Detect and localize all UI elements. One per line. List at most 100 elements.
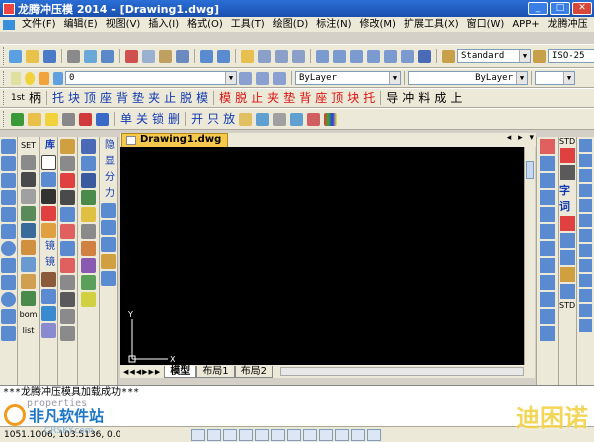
frame-icon[interactable] [41,155,56,170]
set-button[interactable]: SET [19,139,39,153]
grid-toggle-icon[interactable] [207,428,221,441]
die-button[interactable]: 托 [50,90,66,106]
word-button[interactable]: 词 [559,198,576,214]
only-layer-button[interactable]: 只 [205,111,221,127]
annotation-icon[interactable] [560,216,575,231]
spline-icon[interactable] [1,275,16,290]
horizontal-scrollbar[interactable] [280,367,524,376]
disk-icon[interactable] [81,173,96,188]
edge-tool-icon[interactable] [579,139,592,152]
die-button[interactable]: 冲 [400,90,416,106]
roughness-icon[interactable] [560,284,575,299]
menu-modify[interactable]: 修改(M) [356,18,400,31]
ducs-toggle-icon[interactable] [287,428,301,441]
layer-icon[interactable] [81,190,96,205]
tab-layout1[interactable]: 布局1 [196,365,235,378]
tab-layout2[interactable]: 布局2 [234,365,274,378]
scale-icon[interactable] [60,224,75,239]
minimize-button[interactable]: _ [528,2,548,15]
revision-cloud-icon[interactable] [1,258,16,273]
die-button[interactable]: 止 [162,90,178,106]
matrix-icon[interactable] [21,172,36,187]
align-icon[interactable] [60,292,75,307]
document-tab[interactable]: Drawing1.dwg [121,133,229,147]
grid-dots-icon[interactable] [81,275,96,290]
tag-icon[interactable] [101,254,116,269]
rectangle-icon[interactable] [1,207,16,222]
menu-dimension[interactable]: 标注(N) [312,18,355,31]
markup-icon[interactable] [384,49,397,63]
edge-tool-icon[interactable] [579,304,592,317]
linetype-select[interactable]: ByLayer ▼ [408,71,528,85]
die-button[interactable]: 垫 [281,90,297,106]
layer-on-icon[interactable] [28,112,41,126]
pointer-icon[interactable] [101,220,116,235]
polygon-icon[interactable] [1,190,16,205]
lock-layer-button[interactable]: 锁 [150,111,166,127]
edge-tool-icon[interactable] [579,214,592,227]
triangle-icon[interactable] [60,139,75,154]
pin-icon[interactable] [21,274,36,289]
color-select[interactable]: ByLayer ▼ [295,71,401,85]
save-icon[interactable] [43,49,56,63]
plate-icon[interactable] [21,223,36,238]
die-button[interactable]: 夹 [146,90,162,106]
menu-tools[interactable]: 工具(T) [227,18,269,31]
menu-file[interactable]: 文件(F) [18,18,60,31]
ellipse-arc-icon[interactable] [1,309,16,324]
show-button[interactable]: 显 [100,155,117,169]
die-button[interactable]: 背 [297,90,313,106]
layer-manager-icon[interactable] [11,112,24,126]
properties-icon[interactable] [316,49,329,63]
die-button[interactable]: 块 [345,90,361,106]
dots-icon[interactable] [81,241,96,256]
explode-icon[interactable] [60,258,75,273]
diameter-dim-icon[interactable] [540,224,555,239]
menu-express[interactable]: 扩展工具(X) [400,18,463,31]
toolbar-grip[interactable] [3,47,4,65]
open-layer-button[interactable]: 开 [189,111,205,127]
circle-icon[interactable] [1,241,16,256]
layer-walk-icon[interactable] [239,112,253,126]
move-icon[interactable] [60,156,75,171]
layer-previous-icon[interactable] [256,71,269,85]
aligned-dim-icon[interactable] [540,173,555,188]
hide-button[interactable]: 隐 [100,139,117,153]
osnap-toggle-icon[interactable] [255,428,269,441]
die-button[interactable]: 导 [384,90,400,106]
insert-block-icon[interactable] [1,326,16,341]
note-icon[interactable] [560,233,575,248]
single-layer-button[interactable]: 单 [118,111,134,127]
app-menu-icon[interactable] [3,19,15,30]
quick-dim-icon[interactable] [540,241,555,256]
bottle-icon[interactable] [81,292,96,307]
edge-tool-icon[interactable] [579,154,592,167]
die-button[interactable]: 1st [9,90,27,106]
menu-window[interactable]: 窗口(W) [463,18,509,31]
edge-tool-icon[interactable] [579,199,592,212]
layer-merge-icon[interactable] [256,112,270,126]
arrow-icon[interactable] [101,203,116,218]
stamp-icon[interactable] [21,206,36,221]
stretch-icon[interactable] [60,190,75,205]
std-button-2[interactable]: STD [559,301,576,310]
punch-icon[interactable] [21,240,36,255]
chamfer-icon[interactable] [41,289,56,304]
center-mark-icon[interactable] [540,326,555,341]
die-button[interactable]: 块 [66,90,82,106]
help-icon[interactable] [418,49,431,63]
arc-icon[interactable] [1,224,16,239]
cursor-icon[interactable] [101,271,116,286]
release-layer-button[interactable]: 放 [221,111,237,127]
make-current-layer-icon[interactable] [239,71,252,85]
edge-tool-icon[interactable] [579,169,592,182]
std-button[interactable]: STD [559,137,576,146]
close-button[interactable]: ✕ [572,2,592,15]
menu-format[interactable]: 格式(O) [183,18,227,31]
preview-icon[interactable] [84,49,97,63]
toolbar-grip[interactable] [3,70,6,86]
layer-select[interactable]: 0 ▼ [65,71,237,85]
select-icon[interactable] [101,237,116,252]
zoom-realtime-icon[interactable] [258,49,271,63]
snap-toggle-icon[interactable] [191,428,205,441]
